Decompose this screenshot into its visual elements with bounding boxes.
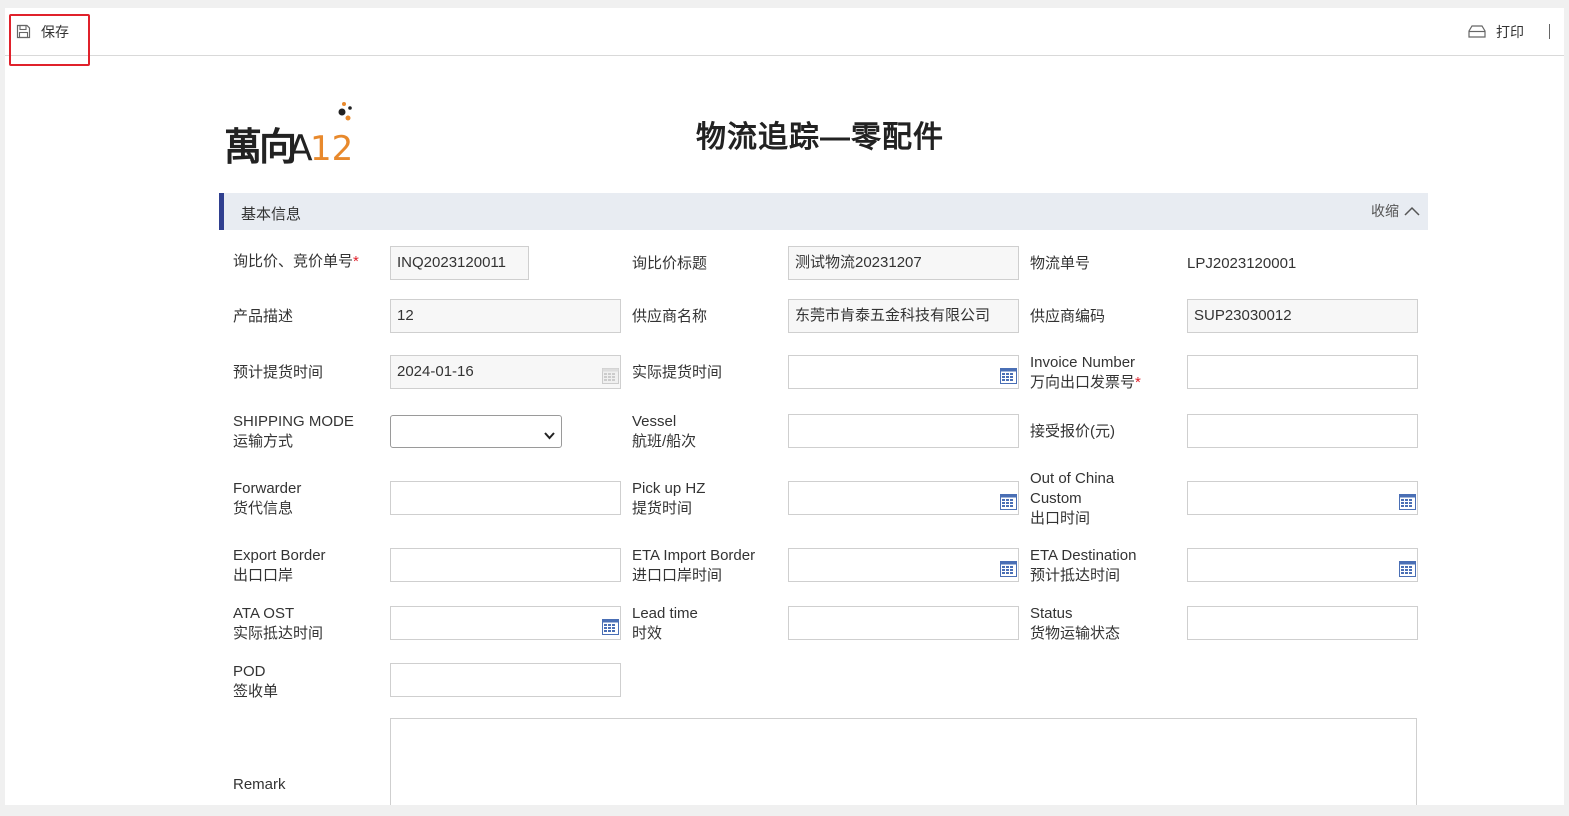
eta-destination-label: ETA Destination 预计抵达时间 bbox=[1030, 547, 1137, 584]
vessel-label: Vessel 航班/船次 bbox=[632, 413, 697, 450]
page: 保存 打印 萬向 A 123 物流追踪—零配件 基本信息 收缩 bbox=[5, 8, 1564, 805]
actual-pickup-label: 实际提货时间 bbox=[632, 364, 723, 381]
status-label: Status 货物运输状态 bbox=[1030, 605, 1121, 642]
eta-import-border-field[interactable] bbox=[788, 548, 1019, 582]
print-label: 打印 bbox=[1496, 23, 1524, 40]
out-of-china-label: Out of China Custom 出口时间 bbox=[1030, 470, 1115, 527]
pickup-hz-label: Pick up HZ 提货时间 bbox=[632, 480, 706, 517]
chevron-down-icon bbox=[544, 427, 555, 445]
lead-time-field[interactable] bbox=[788, 606, 1019, 640]
actual-pickup-field[interactable] bbox=[788, 355, 1019, 389]
accepted-quote-label: 接受报价(元) bbox=[1030, 423, 1115, 440]
planned-pickup-label: 预计提货时间 bbox=[233, 364, 324, 381]
svg-text:123: 123 bbox=[310, 129, 354, 166]
logistics-no-label: 物流单号 bbox=[1030, 255, 1091, 272]
save-button[interactable]: 保存 bbox=[16, 8, 69, 55]
planned-pickup-field[interactable]: 2024-01-16 bbox=[390, 355, 621, 389]
company-logo: 萬向 A 123 bbox=[224, 94, 375, 169]
supplier-code-label: 供应商编码 bbox=[1030, 308, 1106, 325]
inquiry-no-field[interactable]: INQ2023120011 bbox=[390, 246, 529, 280]
ata-ost-field[interactable] bbox=[390, 606, 621, 640]
accepted-quote-field[interactable] bbox=[1187, 414, 1418, 448]
export-border-field[interactable] bbox=[390, 548, 621, 582]
invoice-number-label: Invoice Number 万向出口发票号* bbox=[1030, 354, 1141, 391]
inquiry-title-field[interactable]: 测试物流20231207 bbox=[788, 246, 1019, 280]
shipping-mode-select[interactable] bbox=[390, 415, 562, 448]
supplier-name-label: 供应商名称 bbox=[632, 308, 708, 325]
collapse-button[interactable]: 收缩 bbox=[1371, 201, 1420, 221]
remark-textarea[interactable] bbox=[390, 718, 1417, 805]
inquiry-title-label: 询比价标题 bbox=[632, 255, 708, 272]
forwarder-field[interactable] bbox=[390, 481, 621, 515]
calendar-icon[interactable] bbox=[1000, 364, 1017, 384]
supplier-name-field[interactable]: 东莞市肯泰五金科技有限公司 bbox=[788, 299, 1019, 333]
out-of-china-field[interactable] bbox=[1187, 481, 1418, 515]
floppy-disk-icon bbox=[16, 24, 31, 39]
printer-icon bbox=[1468, 25, 1486, 38]
required-mark: * bbox=[353, 253, 359, 270]
calendar-icon[interactable] bbox=[1000, 490, 1017, 510]
required-mark: * bbox=[1135, 374, 1141, 391]
status-field[interactable] bbox=[1187, 606, 1418, 640]
invoice-number-field[interactable] bbox=[1187, 355, 1418, 389]
lead-time-label: Lead time 时效 bbox=[632, 605, 698, 642]
toolbar-divider bbox=[1549, 24, 1550, 39]
logistics-no-value: LPJ2023120001 bbox=[1187, 255, 1297, 272]
export-border-label: Export Border 出口口岸 bbox=[233, 547, 326, 584]
save-label: 保存 bbox=[41, 23, 69, 40]
planned-pickup-value: 2024-01-16 bbox=[397, 363, 474, 380]
forwarder-label: Forwarder 货代信息 bbox=[233, 480, 302, 517]
calendar-icon[interactable] bbox=[602, 615, 619, 635]
eta-import-border-label: ETA Import Border 进口口岸时间 bbox=[632, 547, 756, 584]
section-title: 基本信息 bbox=[241, 206, 302, 223]
section-header-basic-info: 基本信息 收缩 bbox=[219, 193, 1428, 230]
toolbar: 保存 打印 bbox=[5, 8, 1564, 56]
print-button[interactable]: 打印 bbox=[1468, 8, 1524, 55]
page-title: 物流追踪—零配件 bbox=[696, 121, 944, 154]
pod-field[interactable] bbox=[390, 663, 621, 697]
product-desc-label: 产品描述 bbox=[233, 308, 294, 325]
collapse-label: 收缩 bbox=[1371, 203, 1399, 219]
remark-label: Remark bbox=[233, 776, 286, 793]
chevron-up-icon bbox=[1404, 206, 1420, 216]
calendar-icon[interactable] bbox=[1000, 557, 1017, 577]
eta-destination-field[interactable] bbox=[1187, 548, 1418, 582]
calendar-icon[interactable] bbox=[602, 364, 619, 384]
svg-text:萬向: 萬向 bbox=[224, 125, 295, 166]
ata-ost-label: ATA OST 实际抵达时间 bbox=[233, 605, 324, 642]
vessel-field[interactable] bbox=[788, 414, 1019, 448]
product-desc-field[interactable]: 12 bbox=[390, 299, 621, 333]
pickup-hz-field[interactable] bbox=[788, 481, 1019, 515]
inquiry-no-label: 询比价、竞价单号* bbox=[233, 253, 359, 270]
calendar-icon[interactable] bbox=[1399, 490, 1416, 510]
calendar-icon[interactable] bbox=[1399, 557, 1416, 577]
pod-label: POD 签收单 bbox=[233, 663, 279, 700]
supplier-code-field[interactable]: SUP23030012 bbox=[1187, 299, 1418, 333]
shipping-mode-label: SHIPPING MODE 运输方式 bbox=[233, 413, 354, 450]
